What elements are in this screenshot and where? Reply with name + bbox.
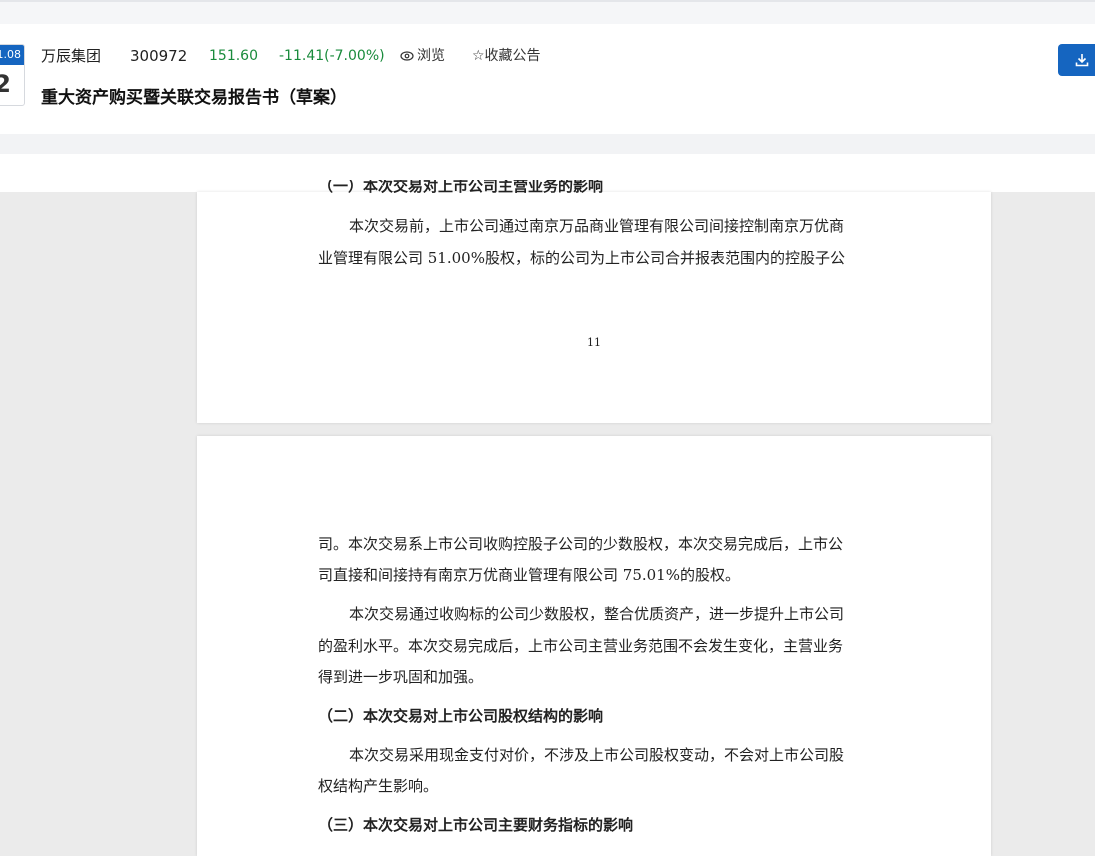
announcement-header bbox=[0, 24, 1095, 134]
price-change: -11.41(-7.00%) bbox=[279, 48, 385, 64]
page-number: 11 bbox=[587, 336, 601, 349]
cut-heading: （一）本次交易对上市公司主营业务的影响 bbox=[318, 180, 604, 195]
download-button[interactable] bbox=[1058, 44, 1095, 76]
text-line: 的盈利水平。本次交易完成后，上市公司主营业务范围不会发生变化，主营业务 bbox=[318, 637, 844, 655]
section-heading: （二）本次交易对上市公司股权结构的影响 bbox=[318, 707, 604, 725]
text-line: 本次交易采用现金支付对价，不涉及上市公司股权变动，不会对上市公司股 bbox=[349, 746, 845, 764]
text-line: 司。本次交易系上市公司收购控股子公司的少数股权，本次交易完成后，上市公 bbox=[318, 535, 844, 553]
document-page: 司。本次交易系上市公司收购控股子公司的少数股权，本次交易完成后，上市公 司直接和… bbox=[197, 436, 991, 856]
date-badge: 1.08 2 bbox=[0, 44, 25, 106]
text-line: 本次交易前，上市公司通过南京万品商业管理有限公司间接控制南京万优商 bbox=[349, 217, 845, 235]
text-line: 本次交易通过收购标的公司少数股权，整合优质资产，进一步提升上市公司 bbox=[349, 605, 845, 623]
date-day: 2 bbox=[0, 65, 24, 103]
text-line: 司直接和间接持有南京万优商业管理有限公司 75.01%的股权。 bbox=[318, 566, 740, 584]
favorite-button[interactable]: ☆收藏公告 bbox=[472, 45, 541, 67]
browse-label: 浏览 bbox=[417, 48, 445, 64]
date-month: 1.08 bbox=[0, 45, 24, 65]
browse-button[interactable]: 浏览 bbox=[400, 45, 445, 67]
stock-name[interactable]: 万辰集团 bbox=[41, 45, 101, 67]
document-page: （一）本次交易对上市公司主营业务的影响 本次交易前，上市公司通过南京万品商业管理… bbox=[197, 180, 991, 423]
eye-icon bbox=[400, 46, 414, 68]
text-line: 得到进一步巩固和加强。 bbox=[318, 668, 484, 686]
text-line: 业管理有限公司 51.00%股权，标的公司为上市公司合并报表范围内的控股子公 bbox=[318, 249, 845, 267]
stock-price: 151.60 bbox=[209, 48, 258, 64]
download-icon bbox=[1075, 54, 1089, 67]
header-divider bbox=[0, 134, 1095, 154]
document-title: 重大资产购买暨关联交易报告书（草案） bbox=[41, 88, 347, 108]
top-strip bbox=[0, 0, 1095, 24]
text-line: 权结构产生影响。 bbox=[318, 777, 439, 795]
section-heading: （三）本次交易对上市公司主要财务指标的影响 bbox=[318, 816, 634, 834]
stock-code: 300972 bbox=[130, 47, 188, 65]
